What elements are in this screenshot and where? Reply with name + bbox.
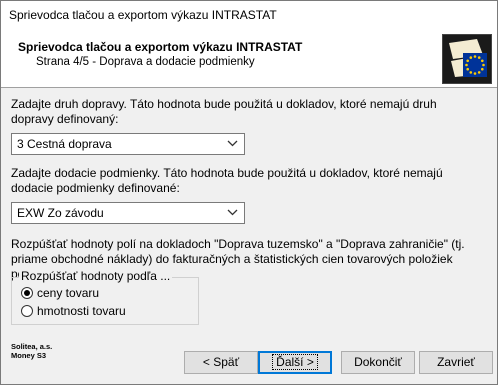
radio-button[interactable] <box>21 305 33 317</box>
radio-weight-label: hmotnosti tovaru <box>37 304 126 318</box>
delivery-terms-value: EXW Zo závodu <box>17 206 104 220</box>
transport-type-value: 3 Cestná doprava <box>17 137 112 151</box>
wizard-window: Sprievodca tlačou a exportom výkazu INTR… <box>0 0 498 385</box>
window-title: Sprievodca tlačou a exportom výkazu INTR… <box>9 8 277 22</box>
delivery-terms-select[interactable]: EXW Zo závodu <box>11 202 245 224</box>
back-button[interactable]: < Späť <box>184 351 258 374</box>
wizard-header: Sprievodca tlačou a exportom výkazu INTR… <box>1 31 497 88</box>
header-subtitle: Strana 4/5 - Doprava a dodacie podmienky <box>36 56 255 68</box>
header-title: Sprievodca tlačou a exportom výkazu INTR… <box>18 40 303 54</box>
radio-weight[interactable]: hmotnosti tovaru <box>21 303 126 319</box>
chevron-down-icon <box>227 140 238 147</box>
radio-button-checked[interactable] <box>21 287 33 299</box>
title-bar[interactable]: Sprievodca tlačou a exportom výkazu INTR… <box>1 1 497 31</box>
delivery-instruction: Zadajte dodacie podmienky. Táto hodnota … <box>11 166 443 195</box>
radio-price-label: ceny tovaru <box>37 286 100 300</box>
distribution-group-label: Rozpúšťať hodnoty podľa ... <box>19 269 173 283</box>
eu-flag-logo <box>442 34 492 84</box>
next-button-label: Ďalší > <box>272 354 318 370</box>
chevron-down-icon <box>227 209 238 216</box>
transport-type-select[interactable]: 3 Cestná doprava <box>11 133 245 155</box>
transport-instruction: Zadajte druh dopravy. Táto hodnota bude … <box>11 97 437 126</box>
close-button[interactable]: Zavrieť <box>419 351 493 374</box>
company-info: Solitea, a.s. Money S3 <box>11 342 52 360</box>
next-button[interactable]: Ďalší > <box>258 351 332 374</box>
finish-button[interactable]: Dokončiť <box>341 351 415 374</box>
company-name: Solitea, a.s. <box>11 342 53 351</box>
product-name: Money S3 <box>11 351 47 360</box>
radio-price[interactable]: ceny tovaru <box>21 285 99 301</box>
